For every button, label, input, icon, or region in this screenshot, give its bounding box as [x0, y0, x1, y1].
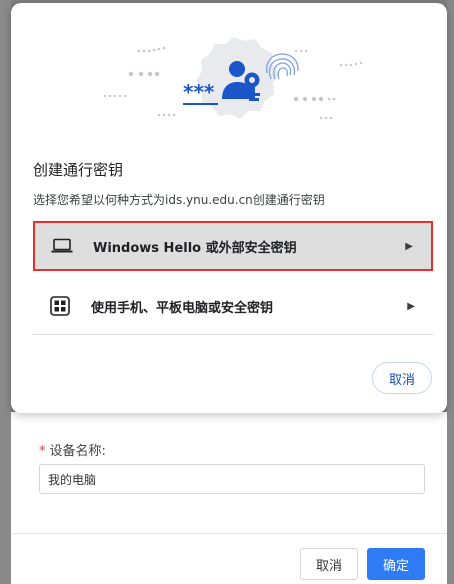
dialog-title: 创建通行密钥 — [33, 161, 124, 179]
device-form: * 设备名称: 我的电脑 取消 确定 — [11, 412, 447, 584]
password-mask-text: *** — [183, 80, 215, 104]
form-confirm-button[interactable]: 确定 — [367, 548, 425, 580]
dialog-cancel-button[interactable]: 取消 — [372, 362, 432, 394]
device-name-label: * 设备名称: — [39, 440, 106, 459]
device-name-label-text: 设备名称: — [49, 444, 106, 459]
passkey-dialog: *** 创建通行密钥 选择您希望以何种方式为ids.ynu.edu.cn创建通行… — [11, 3, 447, 413]
chevron-right-icon: ▶ — [405, 240, 413, 252]
form-cancel-button[interactable]: 取消 — [300, 548, 358, 580]
form-divider — [11, 533, 447, 534]
device-name-input[interactable]: 我的电脑 — [39, 464, 425, 494]
option-phone-tablet[interactable]: 使用手机、平板电脑或安全密钥 ▶ — [33, 281, 433, 331]
required-mark: * — [39, 444, 46, 459]
option-windows-hello-label: Windows Hello 或外部安全密钥 — [93, 240, 297, 256]
option-windows-hello[interactable]: Windows Hello 或外部安全密钥 ▶ — [33, 221, 433, 271]
laptop-icon — [51, 236, 73, 256]
option-phone-tablet-label: 使用手机、平板电脑或安全密钥 — [91, 300, 274, 316]
dialog-divider — [33, 334, 433, 335]
passkey-illustration: *** — [103, 37, 363, 120]
dialog-subtitle: 选择您希望以何种方式为ids.ynu.edu.cn创建通行密钥 — [33, 193, 325, 207]
chevron-right-icon: ▶ — [407, 300, 415, 312]
qr-code-icon — [49, 296, 71, 316]
